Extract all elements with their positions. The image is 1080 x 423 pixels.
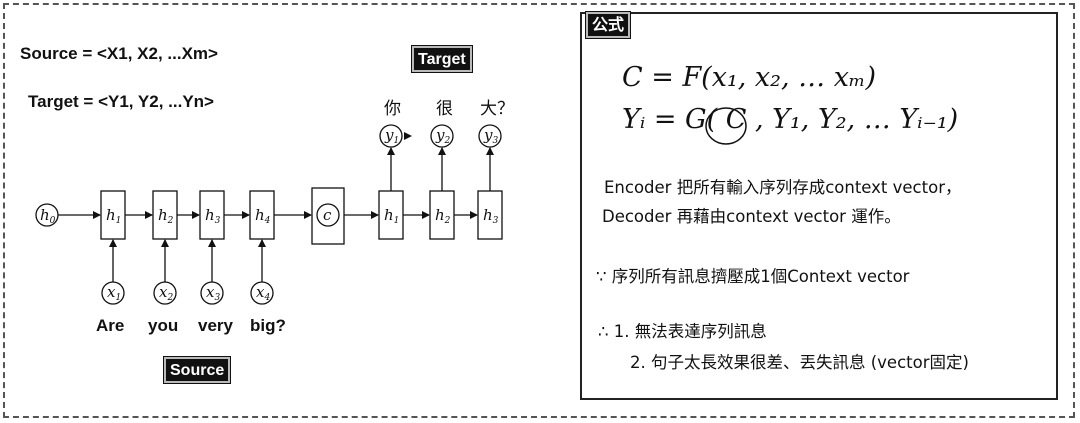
svg-text:x4: x4: [256, 283, 270, 303]
svg-text:h3: h3: [483, 206, 499, 226]
formula-context: C = F(x₁, x₂, … xₘ): [622, 62, 877, 93]
svg-text:h2: h2: [158, 206, 174, 226]
svg-text:x1: x1: [107, 283, 121, 303]
svg-text:y2: y2: [435, 126, 450, 146]
therefore-line-1: ∴ 1. 無法表達序列訊息: [598, 322, 767, 341]
svg-text:h2: h2: [435, 206, 451, 226]
svg-text:c: c: [323, 206, 332, 224]
svg-text:y3: y3: [483, 126, 498, 146]
svg-text:h1: h1: [384, 206, 399, 226]
svg-text:y1: y1: [384, 126, 399, 146]
formula-panel-title: 公式: [584, 11, 632, 39]
explanation-line-1: Encoder 把所有輸入序列存成context vector，: [604, 178, 962, 197]
svg-text:x2: x2: [159, 283, 173, 303]
svg-text:h4: h4: [255, 206, 271, 226]
svg-text:h3: h3: [205, 206, 221, 226]
seq2seq-diagram: h0 h1 h2 h3 h4 c h1 h2 h3 x1 x2 x3 x4 y1…: [35, 124, 503, 305]
explanation-line-2: Decoder 再藉由context vector 運作。: [602, 207, 901, 226]
svg-text:x3: x3: [206, 283, 220, 303]
therefore-line-2: 2. 句子太長效果很差、丟失訊息 (vector固定): [630, 353, 969, 372]
formula-decoder: Yᵢ = G( C , Y₁, Y₂, … Yᵢ₋₁): [622, 104, 959, 135]
because-line: ∵ 序列所有訊息擠壓成1個Context vector: [596, 267, 910, 286]
svg-text:h1: h1: [106, 206, 121, 226]
h0-label: h0: [40, 206, 56, 226]
context-highlight-circle: [705, 107, 747, 145]
